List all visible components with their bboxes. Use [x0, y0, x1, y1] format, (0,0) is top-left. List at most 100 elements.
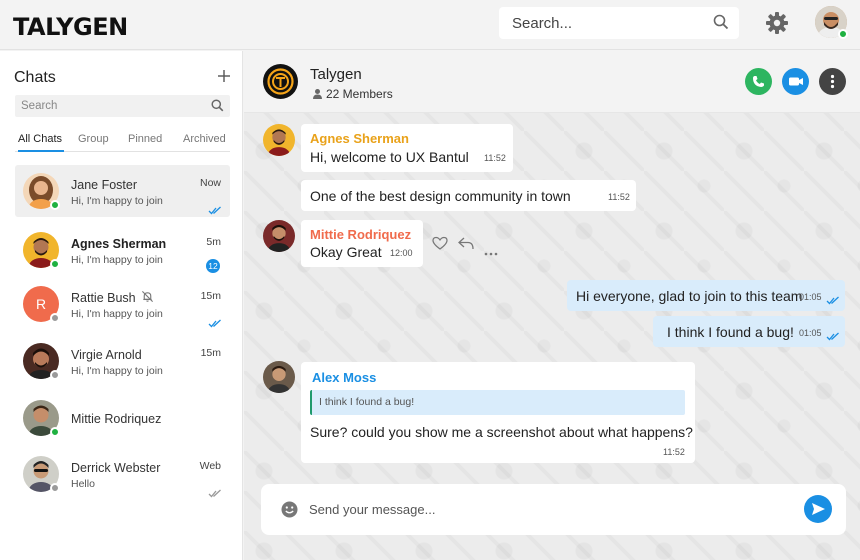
vertical-dots-icon: [830, 74, 835, 89]
reply-arrow-icon[interactable]: [458, 237, 474, 255]
chat-tabs: All Chats Group Pinned Archived: [15, 133, 230, 152]
tab-group[interactable]: Group: [78, 133, 109, 152]
chat-time: Now: [199, 177, 221, 189]
message-time: 11:52: [608, 192, 630, 202]
message-avatar-alex-moss[interactable]: [263, 361, 295, 393]
chat-time: 15m: [200, 290, 221, 302]
settings-gear-icon[interactable]: [765, 11, 789, 40]
chat-name: Mittie Rodriquez: [71, 412, 162, 426]
message-sender: Alex Moss: [312, 370, 377, 385]
message-text: I think I found a bug!: [667, 324, 794, 340]
group-name: Talygen: [310, 66, 362, 83]
chat-list-item-mittie-rodriquez[interactable]: Mittie Rodriquez: [15, 392, 230, 444]
message-bubble[interactable]: Agnes Sherman Hi, welcome to UX Bantul 1…: [301, 124, 513, 172]
message-text: Sure? could you show me a screenshot abo…: [310, 424, 693, 440]
double-check-icon: [208, 202, 222, 220]
chat-list-item-rattie-bush[interactable]: R Rattie Bush Hi, I'm happy to join 15m: [15, 278, 230, 330]
message-composer[interactable]: Send your message...: [261, 484, 846, 535]
message-text: One of the best design community in town: [310, 188, 571, 204]
chat-name: Agnes Sherman: [71, 237, 167, 251]
user-icon: [313, 89, 322, 99]
tab-pinned[interactable]: Pinned: [128, 133, 162, 152]
group-members-count: 22 Members: [312, 87, 393, 101]
double-check-icon: [208, 315, 222, 333]
chat-list-item-agnes-sherman[interactable]: Agnes Sherman Hi, I'm happy to join 5m 1…: [15, 224, 230, 276]
search-icon[interactable]: [713, 14, 729, 35]
message-text: Hi everyone, glad to join to this team: [576, 288, 803, 304]
chat-list-item-derrick-webster[interactable]: Derrick Webster Hello Web: [15, 448, 230, 500]
quoted-text: I think I found a bug!: [319, 396, 415, 408]
send-button[interactable]: [804, 495, 832, 523]
outgoing-message-bubble[interactable]: Hi everyone, glad to join to this team 0…: [567, 280, 845, 311]
chat-preview: Hello: [71, 478, 95, 490]
chat-list-item-jane-foster[interactable]: Jane Foster Hi, I'm happy to join Now: [15, 165, 230, 217]
chat-name: Derrick Webster: [71, 461, 161, 475]
double-check-icon: [208, 485, 222, 503]
message-sender: Mittie Rodriquez: [310, 227, 412, 242]
unread-count-badge: 12: [206, 259, 220, 273]
message-text: Okay Great: [310, 244, 382, 260]
message-avatar-mittie-rodriquez[interactable]: [263, 220, 295, 252]
global-search-input[interactable]: Search...: [499, 7, 739, 39]
chat-preview: Hi, I'm happy to join: [71, 195, 163, 207]
voice-call-button[interactable]: [745, 68, 772, 95]
add-chat-icon[interactable]: [217, 67, 231, 87]
message-avatar-agnes-sherman[interactable]: [263, 124, 295, 156]
message-bubble[interactable]: Alex Moss I think I found a bug! Sure? c…: [301, 362, 695, 463]
more-horizontal-icon[interactable]: [484, 243, 498, 261]
away-status-dot: [50, 313, 60, 323]
chat-preview: Hi, I'm happy to join: [71, 254, 163, 266]
message-bubble[interactable]: One of the best design community in town…: [301, 180, 636, 211]
chat-preview: Hi, I'm happy to join: [71, 365, 163, 377]
double-check-icon: [826, 328, 840, 346]
chat-search-placeholder: Search: [21, 100, 58, 112]
message-time: 01:05: [799, 292, 822, 302]
members-label: 22 Members: [326, 87, 393, 101]
chat-time: Web: [199, 460, 221, 472]
chat-time: 5m: [206, 236, 221, 248]
send-icon: [812, 503, 825, 515]
outgoing-message-bubble[interactable]: I think I found a bug! 01:05: [653, 316, 845, 347]
chat-search-input[interactable]: Search: [15, 95, 230, 117]
react-heart-icon[interactable]: [432, 236, 448, 256]
message-sender: Agnes Sherman: [310, 131, 409, 146]
message-time: 11:52: [484, 153, 506, 163]
online-status-dot: [50, 200, 60, 210]
sidebar-title: Chats: [14, 69, 56, 86]
chat-panel: Talygen 22 Members Agnes Sherman Hi, wel…: [244, 51, 860, 560]
chat-header: Talygen 22 Members: [244, 51, 860, 113]
message-time: 11:52: [663, 447, 685, 457]
quoted-reply[interactable]: I think I found a bug!: [310, 390, 685, 415]
chat-name: Rattie Bush: [71, 291, 136, 305]
muted-bell-icon: [141, 290, 154, 308]
chat-name: Jane Foster: [71, 178, 138, 192]
app-logo[interactable]: TALYGEN: [13, 13, 128, 41]
away-status-dot: [50, 370, 60, 380]
video-camera-icon: [789, 77, 803, 86]
message-input-placeholder[interactable]: Send your message...: [309, 502, 435, 517]
tab-all-chats[interactable]: All Chats: [18, 133, 64, 152]
double-check-icon: [826, 292, 840, 310]
online-status-dot: [50, 259, 60, 269]
chats-sidebar: Chats Search All Chats Group Pinned Arch…: [0, 51, 243, 560]
phone-icon: [753, 76, 764, 87]
message-bubble[interactable]: Mittie Rodriquez Okay Great 12:00: [301, 220, 423, 267]
online-status-dot: [50, 427, 60, 437]
chat-preview: Hi, I'm happy to join: [71, 308, 163, 320]
chat-name: Virgie Arnold: [71, 348, 142, 362]
group-logo-icon[interactable]: [263, 64, 298, 99]
more-options-button[interactable]: [819, 68, 846, 95]
emoji-icon[interactable]: [281, 501, 298, 523]
global-search-placeholder: Search...: [512, 15, 573, 32]
chat-list-item-virgie-arnold[interactable]: Virgie Arnold Hi, I'm happy to join 15m: [15, 335, 230, 387]
top-bar: TALYGEN Search...: [0, 0, 860, 50]
video-call-button[interactable]: [782, 68, 809, 95]
message-time: 01:05: [799, 328, 822, 338]
chat-time: 15m: [200, 347, 221, 359]
message-time: 12:00: [390, 248, 413, 258]
message-text: Hi, welcome to UX Bantul: [310, 149, 469, 165]
away-status-dot: [50, 483, 60, 493]
search-icon[interactable]: [211, 99, 224, 117]
current-user-online-dot: [838, 29, 848, 39]
tab-archived[interactable]: Archived: [183, 133, 226, 152]
